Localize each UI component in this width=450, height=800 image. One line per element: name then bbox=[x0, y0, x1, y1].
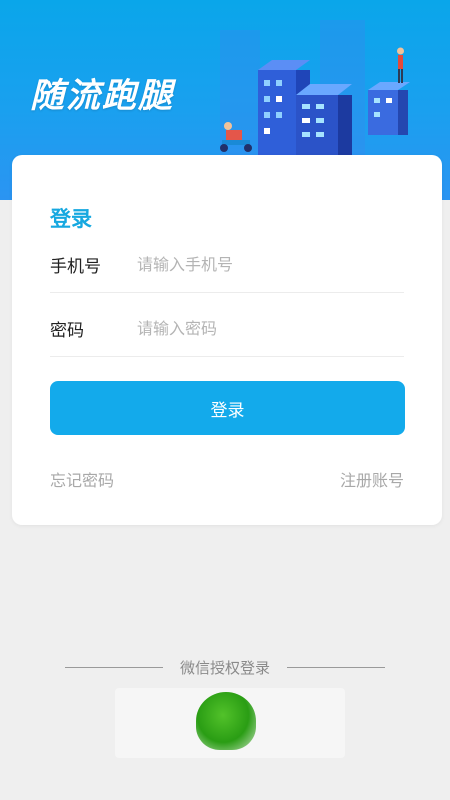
divider-line-right bbox=[286, 666, 385, 668]
phone-label: 手机号 bbox=[50, 257, 101, 277]
wechat-icon[interactable] bbox=[196, 692, 256, 750]
register-link[interactable]: 注册账号 bbox=[340, 467, 404, 491]
password-field-row: 密码 bbox=[50, 301, 404, 357]
login-card: 登录 手机号 密码 登录 忘记密码 注册账号 bbox=[12, 155, 442, 525]
forgot-password-link[interactable]: 忘记密码 bbox=[50, 467, 114, 491]
password-label: 密码 bbox=[50, 321, 84, 341]
wechat-login-label: 微信授权登录 bbox=[179, 658, 270, 677]
wechat-divider: 微信授权登录 bbox=[65, 656, 385, 678]
password-input[interactable] bbox=[137, 319, 404, 338]
login-title: 登录 bbox=[50, 207, 92, 231]
login-button[interactable]: 登录 bbox=[50, 381, 405, 435]
phone-input[interactable] bbox=[137, 255, 404, 274]
city-illustration bbox=[220, 20, 410, 170]
login-page: 随流跑腿 登录 手机号 请输入手机号 密码 登录 忘记密码 注册账号 微信授权登… bbox=[0, 0, 450, 800]
app-title: 随流跑腿 bbox=[30, 76, 174, 116]
phone-field-row: 手机号 bbox=[50, 237, 404, 293]
divider-line-left bbox=[65, 666, 163, 668]
